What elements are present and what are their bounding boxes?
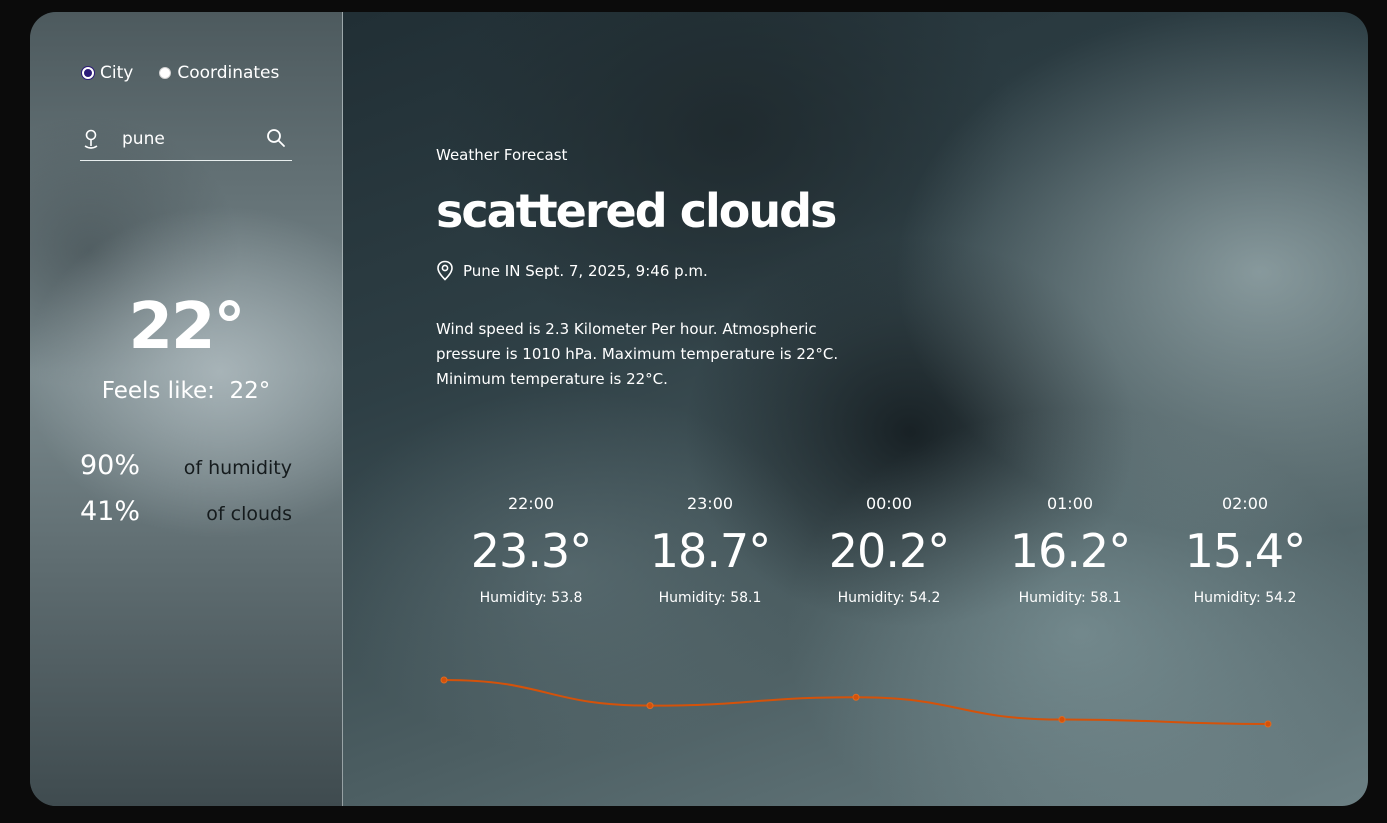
sidebar: City Coordinates 22° Feels like: 22° 90%… <box>30 12 343 806</box>
city-search-input[interactable] <box>120 128 264 150</box>
hourly-forecast-item: 23:00 18.7° Humidity: 58.1 <box>625 494 795 606</box>
hourly-forecast-item: 22:00 23.3° Humidity: 53.8 <box>446 494 616 606</box>
feels-like: Feels like: 22° <box>30 378 342 404</box>
temperature-point-0200 <box>1264 720 1272 728</box>
humidity-value: 90% <box>80 450 141 481</box>
coordinates-radio[interactable] <box>159 67 172 79</box>
temperature-trend-chart <box>440 676 1272 728</box>
hour-temperature: 23.3° <box>470 524 592 578</box>
temperature-point-2300 <box>646 702 654 710</box>
search-box <box>80 122 292 161</box>
feels-like-value: 22° <box>229 378 271 404</box>
feels-like-label: Feels like: <box>101 378 215 404</box>
hour-time: 02:00 <box>1221 494 1269 513</box>
weather-app: City Coordinates 22° Feels like: 22° 90%… <box>30 12 1368 806</box>
hour-temperature: 20.2° <box>828 524 950 578</box>
hour-temperature: 18.7° <box>649 524 771 578</box>
hour-temperature: 16.2° <box>1009 524 1131 578</box>
location-pin-icon <box>84 129 98 149</box>
hourly-forecast-item: 01:00 16.2° Humidity: 58.1 <box>985 494 1155 606</box>
hour-humidity: Humidity: 53.8 <box>479 590 583 606</box>
location-datetime: Pune IN Sept. 7, 2025, 9:46 p.m. <box>463 261 708 280</box>
hour-humidity: Humidity: 58.1 <box>658 590 762 606</box>
temperature-point-0000 <box>852 693 860 701</box>
location-line: Pune IN Sept. 7, 2025, 9:46 p.m. <box>436 260 708 281</box>
hourly-forecast-item: 02:00 15.4° Humidity: 54.2 <box>1160 494 1330 606</box>
map-pin-icon <box>437 260 453 281</box>
current-temperature: 22° <box>128 290 245 364</box>
hour-temperature: 15.4° <box>1184 524 1306 578</box>
temperature-point-2200 <box>440 676 448 684</box>
hour-time: 22:00 <box>507 494 555 513</box>
hourly-forecast-item: 00:00 20.2° Humidity: 54.2 <box>804 494 974 606</box>
temperature-point-0100 <box>1058 716 1066 724</box>
city-radio[interactable] <box>82 67 94 79</box>
city-radio-label[interactable]: City <box>100 63 133 83</box>
hour-humidity: Humidity: 54.2 <box>837 590 941 606</box>
clouds-label: of clouds <box>206 503 292 525</box>
weather-description: Wind speed is 2.3 Kilometer Per hour. At… <box>436 320 839 388</box>
coordinates-radio-label[interactable]: Coordinates <box>177 63 279 83</box>
main-panel: Weather Forecast scattered clouds Pune I… <box>343 12 1368 806</box>
search-icon[interactable] <box>266 128 286 148</box>
weather-condition: scattered clouds <box>436 184 837 238</box>
humidity-label: of humidity <box>183 457 292 479</box>
hour-humidity: Humidity: 54.2 <box>1193 590 1297 606</box>
hour-humidity: Humidity: 58.1 <box>1018 590 1122 606</box>
temperature-line <box>443 679 1269 725</box>
hour-time: 23:00 <box>686 494 734 513</box>
humidity-stat: 90% of humidity <box>80 450 292 481</box>
section-label: Weather Forecast <box>436 146 568 164</box>
hour-time: 00:00 <box>865 494 913 513</box>
search-mode-radio-group: City Coordinates <box>82 63 305 83</box>
clouds-value: 41% <box>80 496 141 527</box>
hour-time: 01:00 <box>1046 494 1094 513</box>
clouds-stat: 41% of clouds <box>80 496 292 527</box>
